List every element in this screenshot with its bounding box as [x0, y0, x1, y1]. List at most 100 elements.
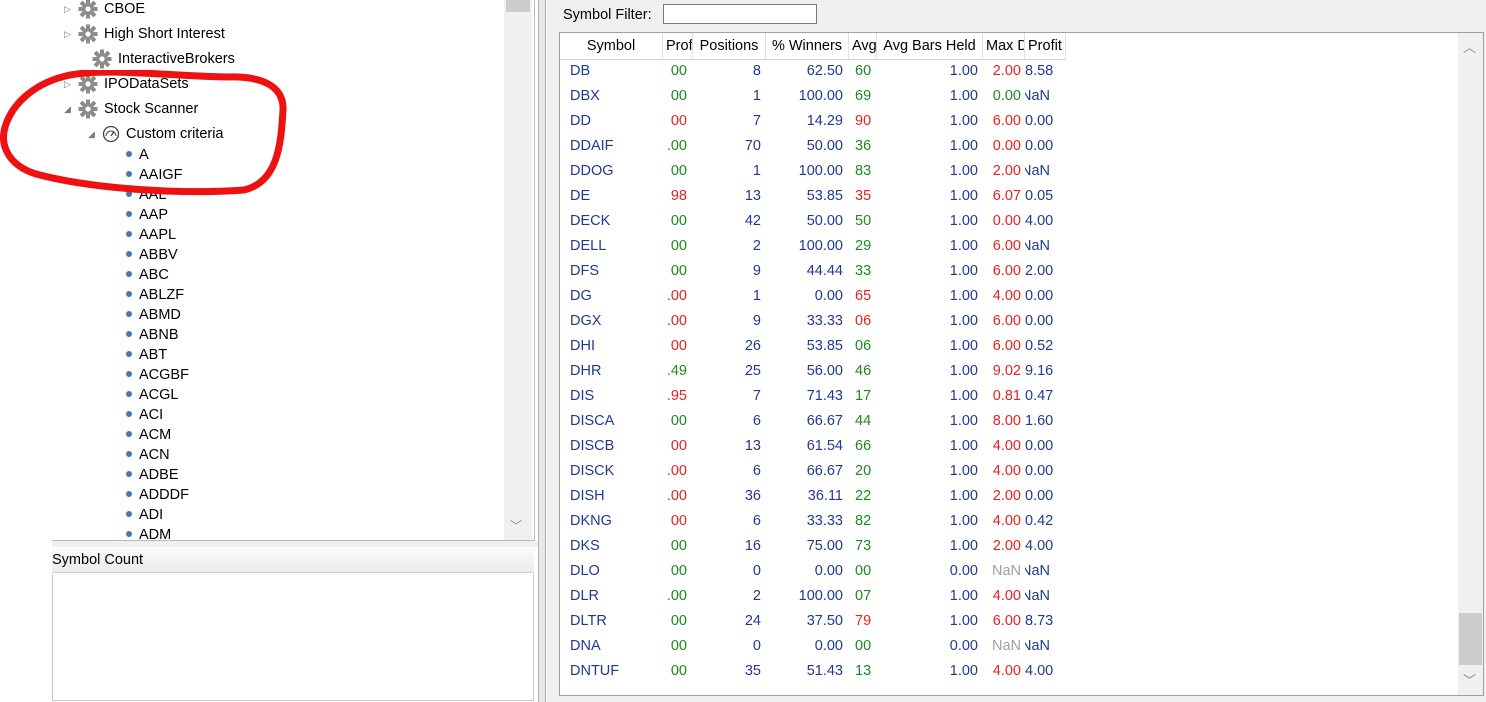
table-cell: 50.00 [806, 138, 843, 154]
table-cell: 71.43 [806, 388, 843, 404]
tree-leaf-symbol[interactable]: ABT [126, 345, 167, 365]
tree-node[interactable]: ▷ IPODataSets [64, 73, 189, 95]
tree-leaf-symbol[interactable]: ABLZF [126, 285, 184, 305]
table-row[interactable]: DBX 00 1 100.00 69 1.00 0.00NaN [560, 84, 1066, 109]
table-row[interactable]: DGX .00 9 33.33 06 1.00 6.00 0.00 [560, 309, 1066, 334]
column-header[interactable]: Profit [1025, 33, 1066, 59]
tree-leaf-symbol[interactable]: ACI [126, 405, 163, 425]
table-cell: 1.60 [1025, 413, 1054, 429]
vertical-splitter[interactable] [538, 0, 546, 702]
tree-leaf-symbol[interactable]: ACGBF [126, 365, 189, 385]
table-row[interactable]: DDOG 00 1 100.00 83 1.00 2.00NaN [560, 159, 1066, 184]
table-row[interactable]: DECK 00 42 50.00 50 1.00 0.00 4.00 [560, 209, 1066, 234]
table-cell: 24 [744, 613, 761, 629]
tree-leaf-symbol[interactable]: ABC [126, 265, 169, 285]
column-header[interactable]: Avg Bars Held [877, 33, 983, 59]
column-header[interactable]: % Winners [766, 33, 849, 59]
table-row[interactable]: DLO0000.00000.00NaNNaN [560, 559, 1066, 584]
tree-leaf-symbol[interactable]: ACM [126, 425, 171, 445]
tree-scroll-thumb[interactable] [506, 0, 530, 12]
scroll-down-icon[interactable]: ﹀ [1463, 670, 1476, 689]
tree-leaf-symbol[interactable]: ABBV [126, 245, 178, 265]
table-cell: 0.00 [1025, 438, 1054, 454]
table-row[interactable]: DNTUF 00 35 51.43 13 1.00 4.00 4.00 [560, 659, 1066, 684]
tree-leaf-symbol[interactable]: ABNB [126, 325, 179, 345]
table-row[interactable]: DKNG 00 6 33.33 82 1.00 4.00 0.42 [560, 509, 1066, 534]
tree-leaf-symbol[interactable]: A [126, 145, 149, 165]
table-cell: 0 [752, 638, 761, 654]
table-cell: 00 [670, 663, 687, 679]
column-header[interactable]: Symbol [560, 33, 663, 59]
table-cell: .00 [666, 138, 687, 154]
tree-leaf-label: AAL [139, 187, 167, 203]
table-row[interactable]: DB 00 8 62.50 60 1.00 2.00 8.58 [560, 59, 1066, 84]
tree-leaf-symbol[interactable]: AAP [126, 205, 168, 225]
tree-leaf-symbol[interactable]: ADBE [126, 465, 179, 485]
horizontal-splitter[interactable] [52, 541, 538, 547]
column-header[interactable]: Max D [983, 33, 1025, 59]
tree-leaf-symbol[interactable]: AAIGF [126, 165, 183, 185]
tree-node[interactable]: InteractiveBrokers [78, 48, 235, 70]
table-cell: .95 [666, 388, 687, 404]
grid-scroll-thumb[interactable] [1459, 613, 1482, 665]
table-row[interactable]: DLTR 00 24 37.50 79 1.00 6.00 8.73 [560, 609, 1066, 634]
table-cell: 22 [855, 488, 872, 504]
table-row[interactable]: DLR .00 2 100.00 07 1.00 4.00NaN [560, 584, 1066, 609]
table-row[interactable]: DIS .95 7 71.43 17 1.00 0.81 0.47 [560, 384, 1066, 409]
tree-scrollbar[interactable]: ﹀ [504, 0, 532, 540]
table-row[interactable]: DHR .49 25 56.00 46 1.00 9.02 9.16 [560, 359, 1066, 384]
table-row[interactable]: DISCK .00 6 66.67 20 1.00 4.00 0.00 [560, 459, 1066, 484]
grid-scrollbar[interactable]: ︿ ﹀ [1458, 33, 1483, 695]
tree-leaf-symbol[interactable]: AAL [126, 185, 166, 205]
table-row[interactable]: DISCA 00 6 66.67 44 1.00 8.00 1.60 [560, 409, 1066, 434]
tree-node[interactable]: ◢ Stock Scanner [64, 98, 198, 120]
table-row[interactable]: DISCB 00 13 61.54 66 1.00 4.00 0.00 [560, 434, 1066, 459]
tree-leaf-label: ACN [139, 447, 170, 463]
tree-leaf-symbol[interactable]: ADI [126, 505, 163, 525]
expand-arrow-icon[interactable]: ▷ [64, 23, 78, 45]
tree-leaf-symbol[interactable]: ABMD [126, 305, 181, 325]
table-row[interactable]: DDAIF .00 70 50.00 36 1.00 0.00 0.00 [560, 134, 1066, 159]
table-cell: 46 [855, 363, 872, 379]
tree-leaf-symbol[interactable]: ADDDF [126, 485, 189, 505]
symbol-count-box [52, 574, 534, 701]
scroll-up-icon[interactable]: ︿ [1463, 37, 1476, 56]
bullet-icon [126, 531, 132, 538]
table-row[interactable]: DE 98 13 53.85 35 1.00 6.07 0.05 [560, 184, 1066, 209]
expand-arrow-icon[interactable]: ▷ [64, 0, 78, 20]
column-header[interactable]: Positions [693, 33, 766, 59]
table-row[interactable]: DFS 00 9 44.44 33 1.00 6.00 2.00 [560, 259, 1066, 284]
column-header[interactable]: Avg [849, 33, 877, 59]
table-cell: 00 [670, 263, 687, 279]
table-cell: 50.00 [806, 213, 843, 229]
tree-leaf-symbol[interactable]: ACGL [126, 385, 179, 405]
table-cell: 0.00 [949, 638, 978, 654]
table-row[interactable]: DISH .00 36 36.11 22 1.00 2.00 0.00 [560, 484, 1066, 509]
table-row[interactable]: DHI 00 26 53.85 06 1.00 6.00 0.52 [560, 334, 1066, 359]
tree-leaf-symbol[interactable]: ADM [126, 525, 171, 540]
tree-node[interactable]: ▷ CBOE [64, 0, 145, 20]
collapse-arrow-icon[interactable]: ◢ [88, 123, 102, 145]
table-cell: DG [570, 288, 592, 304]
tree-leaf-symbol[interactable]: ACN [126, 445, 170, 465]
table-row[interactable]: DD 00 7 14.29 90 1.00 6.00 0.00 [560, 109, 1066, 134]
tree-node[interactable]: ▷ High Short Interest [64, 23, 225, 45]
table-row[interactable]: DNA0000.00000.00NaNNaN [560, 634, 1066, 659]
column-header[interactable]: Profit [663, 33, 693, 59]
table-row[interactable]: DKS 00 16 75.00 73 1.00 2.00 4.00 [560, 534, 1066, 559]
symbol-filter-input[interactable] [663, 4, 817, 24]
table-row[interactable]: DELL 00 2 100.00 29 1.00 6.00NaN [560, 234, 1066, 259]
table-cell: NaN [1025, 88, 1051, 104]
table-cell: 36.11 [807, 488, 843, 504]
table-cell: 6 [752, 413, 761, 429]
table-row[interactable]: DG .00 1 0.00 65 1.00 4.00 0.00 [560, 284, 1066, 309]
tree-node[interactable]: ◢ Custom criteria [88, 123, 224, 145]
scroll-down-icon[interactable]: ﹀ [510, 517, 522, 534]
expand-arrow-icon[interactable]: ▷ [64, 73, 78, 95]
collapse-arrow-icon[interactable]: ◢ [64, 98, 78, 120]
table-cell: 36 [744, 488, 761, 504]
tree-leaf-symbol[interactable]: AAPL [126, 225, 176, 245]
table-cell: 66 [855, 438, 872, 454]
table-cell: 4.00 [992, 438, 1021, 454]
bullet-icon [126, 211, 132, 218]
